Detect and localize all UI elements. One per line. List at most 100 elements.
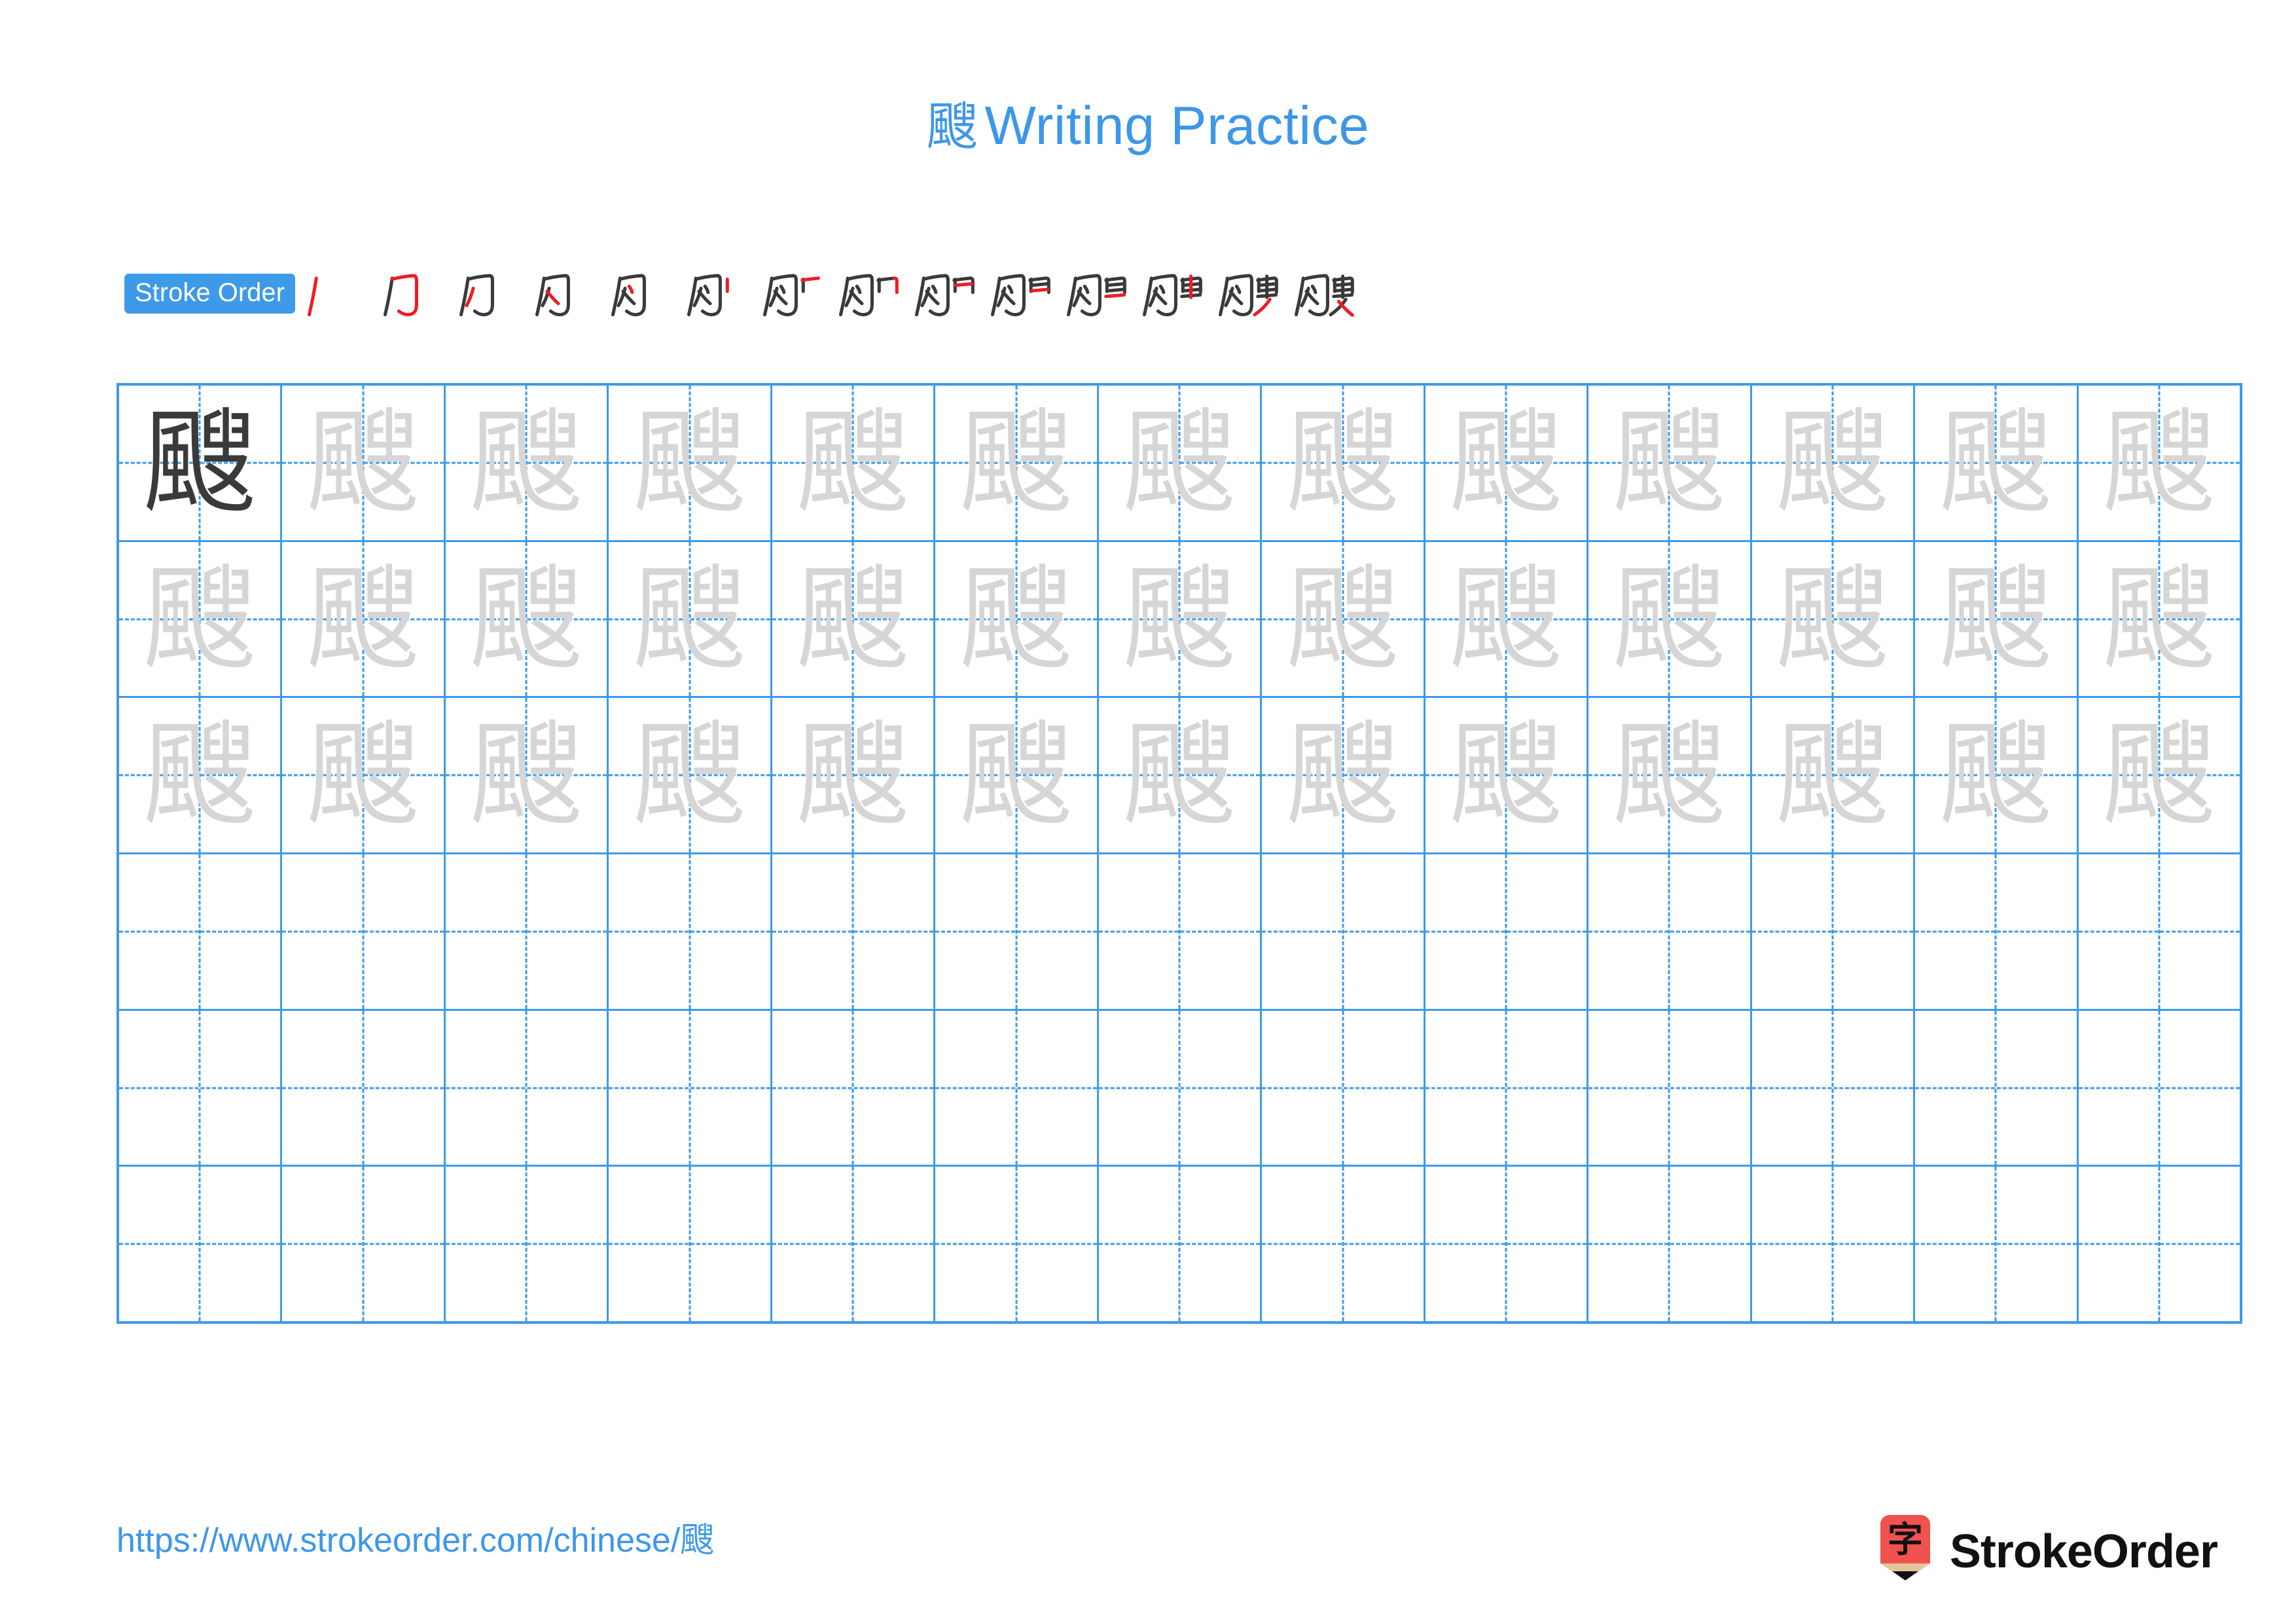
grid-cell-r6-c8[interactable]: [1262, 1167, 1426, 1322]
grid-cell-r2-c5[interactable]: 颼: [772, 541, 936, 697]
grid-cell-r3-c12[interactable]: 颼: [1915, 698, 2079, 853]
grid-cell-r3-c7[interactable]: 颼: [1098, 698, 1263, 853]
grid-cell-r2-c10[interactable]: 颼: [1588, 541, 1752, 697]
grid-cell-r6-c13[interactable]: [2078, 1167, 2240, 1322]
stroke-step-10: [982, 258, 1058, 334]
stroke-9: [954, 282, 974, 287]
stroke-5: [1310, 284, 1318, 295]
horizontal-guide-line: [1915, 1243, 2077, 1245]
grid-cell-r5-c4[interactable]: [609, 1010, 772, 1165]
grid-cell-r1-c9[interactable]: 颼: [1425, 386, 1589, 540]
grid-cell-r2-c12[interactable]: 颼: [1915, 541, 2079, 697]
grid-cell-r1-c5[interactable]: 颼: [772, 386, 936, 540]
grid-cell-r3-c2[interactable]: 颼: [282, 698, 446, 853]
grid-cell-r1-c7[interactable]: 颼: [1098, 386, 1263, 540]
stroke-10: [1105, 287, 1126, 293]
stroke-1: [1142, 276, 1153, 317]
grid-cell-r6-c10[interactable]: [1588, 1167, 1752, 1322]
grid-cell-r5-c5[interactable]: [772, 1010, 936, 1165]
grid-cell-r4-c7[interactable]: [1098, 854, 1263, 1009]
grid-cell-r4-c11[interactable]: [1751, 854, 1916, 1009]
grid-cell-r1-c2[interactable]: 颼: [282, 386, 446, 540]
grid-cell-r4-c6[interactable]: [935, 854, 1099, 1009]
tracing-character: 颼: [2102, 709, 2215, 841]
grid-cell-r4-c8[interactable]: [1262, 854, 1426, 1009]
stroke-1: [687, 276, 698, 317]
grid-cell-r5-c11[interactable]: [1751, 1010, 1916, 1165]
stroke-7: [952, 276, 972, 282]
grid-cell-r3-c11[interactable]: 颼: [1751, 698, 1916, 853]
grid-cell-r5-c10[interactable]: [1588, 1010, 1752, 1165]
grid-cell-r3-c8[interactable]: 颼: [1262, 698, 1426, 853]
grid-cell-r1-c8[interactable]: 颼: [1262, 386, 1426, 540]
grid-cell-r5-c7[interactable]: [1098, 1010, 1263, 1165]
grid-cell-r1-c1[interactable]: 颼: [119, 386, 283, 540]
grid-cell-r1-c3[interactable]: 颼: [445, 386, 609, 540]
source-url[interactable]: https://www.strokeorder.com/chinese/颼: [117, 1523, 714, 1558]
grid-cell-r3-c4[interactable]: 颼: [609, 698, 772, 853]
vertical-guide-line: [852, 1167, 854, 1322]
grid-cell-r5-c13[interactable]: [2078, 1010, 2240, 1165]
grid-cell-r4-c2[interactable]: [282, 854, 446, 1009]
grid-cell-r3-c1[interactable]: 颼: [119, 698, 283, 853]
grid-cell-r2-c2[interactable]: 颼: [282, 541, 446, 697]
tracing-character: 颼: [633, 709, 746, 841]
grid-cell-r6-c4[interactable]: [609, 1167, 772, 1322]
grid-cell-r4-c3[interactable]: [445, 854, 609, 1009]
grid-cell-r1-c6[interactable]: 颼: [935, 386, 1099, 540]
grid-cell-r3-c5[interactable]: 颼: [772, 698, 936, 853]
grid-cell-r2-c8[interactable]: 颼: [1262, 541, 1426, 697]
grid-cell-r2-c4[interactable]: 颼: [609, 541, 772, 697]
horizontal-guide-line: [1262, 1243, 1424, 1245]
grid-cell-r3-c6[interactable]: 颼: [935, 698, 1099, 853]
grid-cell-r4-c4[interactable]: [609, 854, 772, 1009]
grid-cell-r1-c12[interactable]: 颼: [1915, 386, 2079, 540]
grid-cell-r4-c10[interactable]: [1588, 854, 1752, 1009]
grid-cell-r6-c6[interactable]: [935, 1167, 1099, 1322]
grid-cell-r4-c1[interactable]: [119, 854, 283, 1009]
stroke-9: [1105, 282, 1126, 287]
tracing-character: 颼: [797, 709, 910, 841]
grid-cell-r2-c11[interactable]: 颼: [1751, 541, 1916, 697]
grid-cell-r5-c12[interactable]: [1915, 1010, 2079, 1165]
stroke-7: [1028, 276, 1048, 282]
grid-cell-r6-c2[interactable]: [282, 1167, 446, 1322]
grid-cell-r5-c6[interactable]: [935, 1010, 1099, 1165]
grid-cell-r4-c5[interactable]: [772, 854, 936, 1009]
grid-cell-r6-c5[interactable]: [772, 1167, 936, 1322]
grid-cell-r6-c9[interactable]: [1425, 1167, 1589, 1322]
grid-cell-r4-c9[interactable]: [1425, 854, 1589, 1009]
grid-cell-r1-c10[interactable]: 颼: [1588, 386, 1752, 540]
grid-cell-r1-c4[interactable]: 颼: [609, 386, 772, 540]
grid-cell-r1-c11[interactable]: 颼: [1751, 386, 1916, 540]
vertical-guide-line: [689, 1167, 691, 1322]
grid-cell-r5-c2[interactable]: [282, 1010, 446, 1165]
grid-cell-r6-c7[interactable]: [1098, 1167, 1263, 1322]
page-title-suffix: Writing Practice: [984, 95, 1370, 156]
grid-cell-r3-c13[interactable]: 颼: [2078, 698, 2240, 853]
stroke-step-glyph: [990, 274, 1050, 317]
grid-cell-r6-c12[interactable]: [1915, 1167, 2079, 1322]
grid-cell-r3-c10[interactable]: 颼: [1588, 698, 1752, 853]
grid-cell-r2-c1[interactable]: 颼: [119, 541, 283, 697]
grid-cell-r2-c6[interactable]: 颼: [935, 541, 1099, 697]
grid-cell-r4-c12[interactable]: [1915, 854, 2079, 1009]
tracing-character: 颼: [1939, 709, 2053, 841]
grid-cell-r5-c1[interactable]: [119, 1010, 283, 1165]
tracing-character: 颼: [1613, 396, 1726, 528]
grid-cell-r5-c8[interactable]: [1262, 1010, 1426, 1165]
grid-cell-r2-c9[interactable]: 颼: [1425, 541, 1589, 697]
grid-cell-r4-c13[interactable]: [2078, 854, 2240, 1009]
grid-cell-r2-c3[interactable]: 颼: [445, 541, 609, 697]
grid-cell-r6-c11[interactable]: [1751, 1167, 1916, 1322]
grid-cell-r5-c9[interactable]: [1425, 1010, 1589, 1165]
grid-cell-r2-c7[interactable]: 颼: [1098, 541, 1263, 697]
grid-cell-r6-c1[interactable]: [119, 1167, 283, 1322]
tracing-character: 颼: [470, 396, 583, 528]
grid-cell-r5-c3[interactable]: [445, 1010, 609, 1165]
grid-cell-r6-c3[interactable]: [445, 1167, 609, 1322]
grid-cell-r3-c9[interactable]: 颼: [1425, 698, 1589, 853]
grid-cell-r1-c13[interactable]: 颼: [2078, 386, 2240, 540]
grid-cell-r3-c3[interactable]: 颼: [445, 698, 609, 853]
grid-cell-r2-c13[interactable]: 颼: [2078, 541, 2240, 697]
